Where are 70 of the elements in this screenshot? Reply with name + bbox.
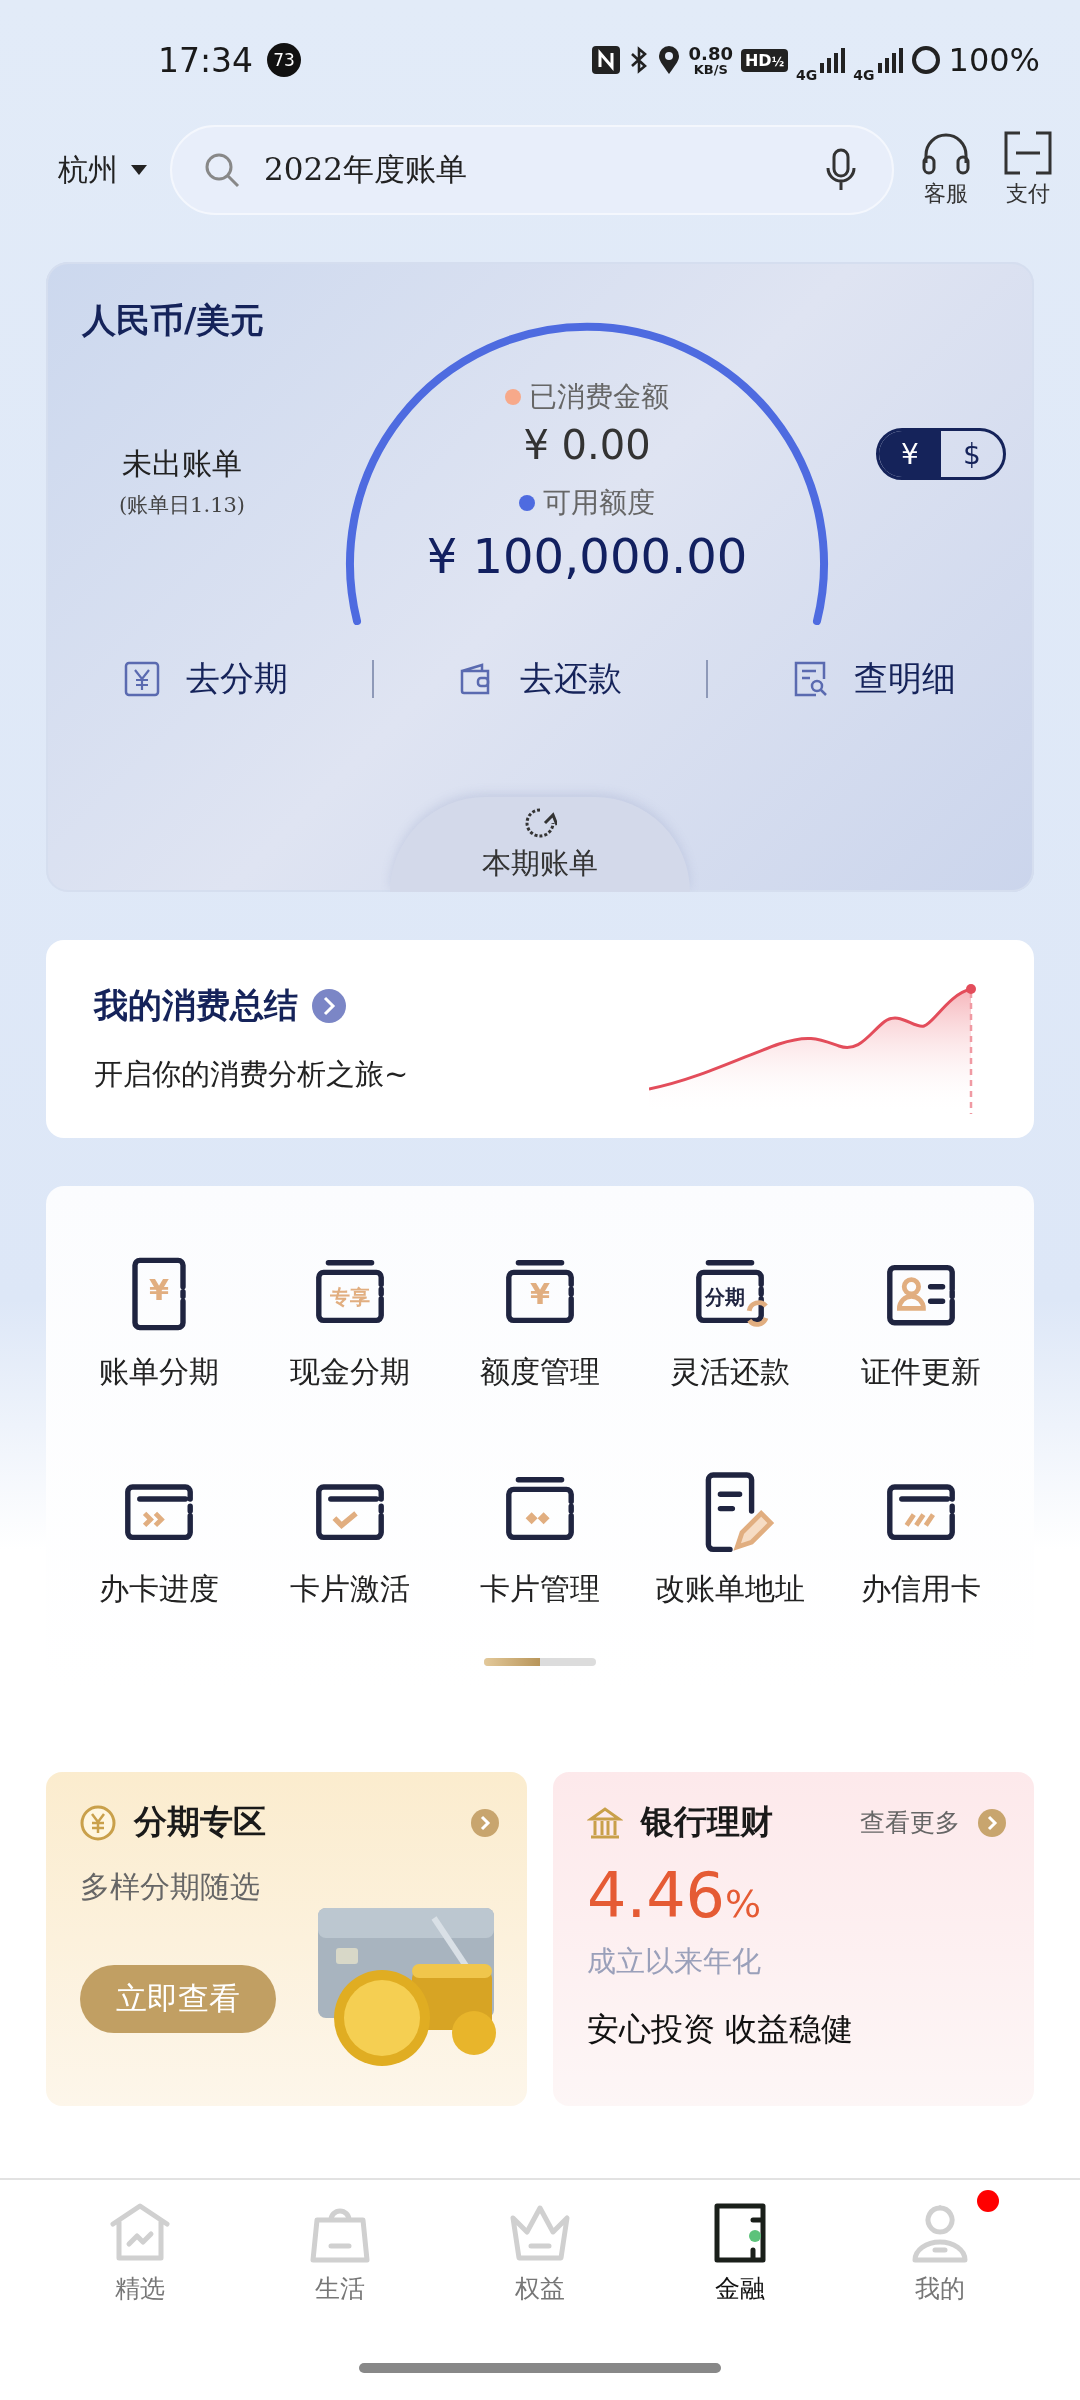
search-field[interactable]: 2022年度账单 (170, 125, 894, 215)
available-dot (519, 495, 535, 511)
speed-value: 0.80 (688, 44, 733, 63)
headset-icon (920, 131, 972, 175)
network-label: 4G (853, 67, 875, 83)
battery-icon (910, 45, 941, 75)
location-icon (656, 45, 681, 75)
document-search-icon (792, 661, 828, 697)
network-label: 4G (796, 67, 818, 83)
header-action[interactable]: 客服 (916, 131, 976, 209)
current-bill-tab[interactable]: 本期账单 (390, 797, 690, 892)
chevron-right-icon (978, 1808, 1006, 1837)
installment-card[interactable]: 分期专区 多样分期随选 立即查看 (46, 1772, 527, 2106)
service-item[interactable]: ¥ 账单分期 (64, 1246, 255, 1393)
promo-subtitle: 多样分期随选 (80, 1868, 261, 1906)
service-item[interactable]: 办信用卡 (825, 1463, 1016, 1610)
chevron-right-icon (312, 989, 346, 1023)
caret-icon (130, 164, 148, 176)
bill-action[interactable]: 去还款 (458, 656, 622, 702)
promo-title: 银行理财 (641, 1801, 774, 1843)
summary-title: 我的消费总结 (94, 984, 298, 1027)
service-item[interactable]: 专享 现金分期 (254, 1246, 445, 1393)
service-item[interactable]: 分期 灵活还款 (635, 1246, 826, 1393)
spent-amount: ¥ 0.00 (523, 422, 651, 468)
return-rate: 4.46% (587, 1859, 762, 1932)
nav-tab[interactable]: 精选 (70, 2180, 210, 2336)
service-item[interactable]: ¥ 额度管理 (444, 1246, 636, 1393)
chevron-right-icon (471, 1808, 499, 1837)
service-item[interactable]: 办卡进度 (64, 1463, 255, 1610)
microphone-icon (824, 148, 858, 192)
bill-status: 未出账单 (122, 445, 242, 483)
available-amount: ¥ 100,000.00 (426, 528, 748, 584)
notification-badge: 73 (267, 43, 302, 77)
nav-tab[interactable]: 金融 (670, 2180, 810, 2336)
rate-label: 成立以来年化 (587, 1943, 762, 1980)
service-item[interactable]: 卡片激活 (254, 1463, 445, 1610)
currency-option[interactable]: $ (941, 431, 1003, 477)
signal-icon (876, 47, 903, 73)
scan-icon (1004, 131, 1052, 175)
summary-subtitle: 开启你的消费分析之旅~ (94, 1056, 409, 1093)
available-label: 可用额度 (543, 485, 655, 521)
refresh-icon (523, 806, 557, 840)
service-item[interactable]: 卡片管理 (444, 1463, 636, 1610)
spent-dot (505, 389, 521, 405)
service-item[interactable]: 证件更新 (825, 1246, 1016, 1393)
yen-coin-icon (80, 1804, 116, 1841)
signal-icon (819, 47, 846, 73)
promo-title: 分期专区 (134, 1801, 267, 1843)
slogan: 安心投资 收益稳健 (587, 2009, 855, 2050)
view-more-link[interactable]: 查看更多 (860, 1806, 960, 1839)
service-item[interactable]: 改账单地址 (635, 1463, 826, 1610)
header-action[interactable]: 支付 (998, 131, 1058, 209)
spending-summary-card[interactable]: 我的消费总结 开启你的消费分析之旅~ (46, 940, 1034, 1138)
nav-tab[interactable]: 生活 (270, 2180, 410, 2336)
battery-level: 100% (948, 41, 1040, 79)
clock: 17:34 (158, 40, 254, 80)
card-title: 人民币/美元 (82, 299, 265, 342)
spent-label: 已消费金额 (529, 379, 669, 415)
speed-unit: KB/S (693, 62, 728, 76)
nav-tab[interactable]: 我的 (870, 2180, 1010, 2336)
hd-indicator: HD½ (740, 48, 789, 72)
currency-option[interactable]: ¥ (879, 431, 941, 477)
wealth-card[interactable]: 银行理财 查看更多 4.46% 成立以来年化 安心投资 收益稳健 (553, 1772, 1034, 2106)
nfc-icon (590, 45, 621, 75)
bill-date: (账单日1.13) (118, 492, 246, 519)
nav-tab[interactable]: 权益 (470, 2180, 610, 2336)
bill-action[interactable]: 去分期 (124, 656, 288, 702)
bill-action[interactable]: 查明细 (792, 656, 956, 702)
yen-box-icon (124, 661, 160, 697)
city-selector[interactable]: 杭州 (58, 149, 148, 191)
